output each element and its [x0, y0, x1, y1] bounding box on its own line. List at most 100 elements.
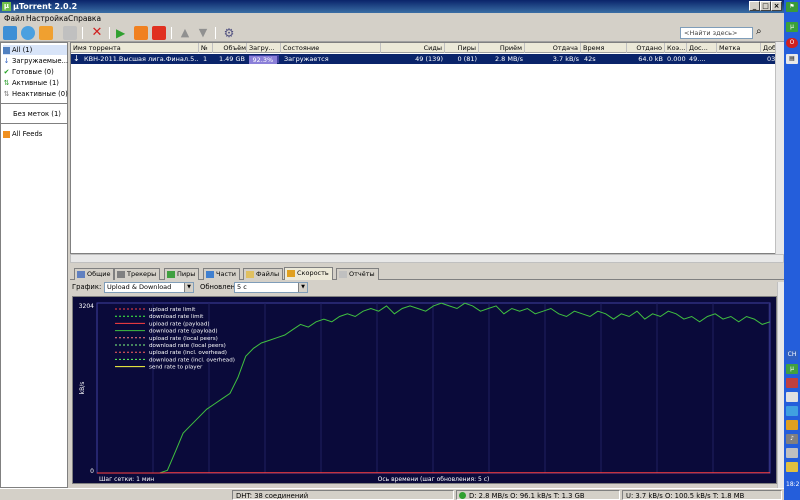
download-status[interactable]: D: 2.8 MB/s O: 96.1 kB/s T: 1.3 GB	[456, 490, 620, 500]
tab-trackers[interactable]: Трекеры	[114, 268, 161, 280]
stop-icon[interactable]	[152, 26, 166, 40]
utorrent-tray-icon[interactable]: µ	[786, 364, 798, 374]
speed-chart: 3204 0 kB/s Ось времени (шаг обновления: 5 …	[79, 302, 771, 483]
tab-logger[interactable]: Отчёты	[336, 268, 379, 280]
cell-size: 1.49 GB	[218, 55, 245, 63]
rss-icon	[3, 130, 10, 138]
progress-track: 92.3%	[249, 55, 279, 64]
legend-entry: send rate to player	[149, 365, 203, 371]
legend-entry: upload rate (local peers)	[149, 336, 218, 342]
detail-tabs: Общие Трекеры Пиры Части Файлы Скорость …	[70, 267, 784, 280]
col-seeds[interactable]: Сиды	[381, 43, 445, 53]
tab-general[interactable]: Общие	[74, 268, 115, 280]
pause-icon[interactable]	[134, 26, 148, 40]
graph-select[interactable]: Upload & Download ▼	[104, 282, 194, 293]
inactive-icon: ⇅	[3, 89, 10, 98]
peers-icon	[167, 271, 175, 278]
toolbar: ✕ ▶ ▲ ▼ ⚙	[0, 24, 784, 42]
tray-icon-1[interactable]	[786, 378, 798, 388]
col-availability[interactable]: Дос...	[687, 43, 717, 53]
col-uploaded[interactable]: Отдано	[627, 43, 665, 53]
cell-eta: 42s	[584, 55, 596, 63]
col-ratio[interactable]: Коэ...	[665, 43, 687, 53]
tab-peers[interactable]: Пиры	[164, 268, 200, 280]
col-eta[interactable]: Время	[581, 43, 627, 53]
tray-icon-5[interactable]	[786, 462, 798, 472]
tab-files[interactable]: Файлы	[243, 268, 284, 280]
volume-icon[interactable]: ♪	[786, 434, 798, 444]
upload-status[interactable]: U: 3.7 kB/s O: 100.5 kB/s T: 1.8 MB	[622, 490, 782, 500]
tray-icon-4[interactable]	[786, 420, 798, 430]
download-arrow-icon: ↓	[73, 54, 80, 63]
col-label[interactable]: Метка	[717, 43, 761, 53]
active-icon: ⇅	[3, 78, 10, 87]
close-button[interactable]: ×	[771, 1, 782, 11]
tray-icon-2[interactable]	[786, 392, 798, 402]
magic-wand-icon[interactable]	[63, 26, 77, 40]
col-status[interactable]: Состояние	[281, 43, 381, 53]
col-name[interactable]: Имя торрента	[71, 43, 199, 53]
network-icon[interactable]	[786, 448, 798, 458]
menu-help[interactable]: Справка	[68, 14, 101, 23]
cell-status: Загружается	[284, 55, 329, 63]
sidebar-item-no-label[interactable]: Без меток (1)	[13, 109, 61, 119]
move-down-icon[interactable]: ▼	[196, 26, 210, 40]
search-icon[interactable]: ⌕	[756, 26, 762, 37]
maximize-button[interactable]: □	[760, 1, 771, 11]
search-input[interactable]: <Найти здесь>	[680, 27, 753, 39]
sidebar-item-all[interactable]: All (1)	[3, 45, 67, 55]
list-hscrollbar[interactable]	[70, 254, 784, 263]
col-size[interactable]: Объём	[213, 43, 247, 53]
chevron-down-icon: ▼	[184, 283, 193, 292]
list-scrollbar[interactable]	[775, 42, 784, 254]
move-up-icon[interactable]: ▲	[178, 26, 192, 40]
tab-pieces[interactable]: Части	[203, 268, 241, 280]
col-down-speed[interactable]: Приём	[479, 43, 525, 53]
settings-gear-icon[interactable]: ⚙	[222, 26, 236, 40]
title-bar: µ µTorrent 2.0.2 _ □ ×	[0, 0, 800, 13]
cell-peers: 0 (81)	[457, 55, 477, 63]
col-peers[interactable]: Пиры	[445, 43, 479, 53]
sidebar-item-inactive[interactable]: ⇅ Неактивные (0)	[3, 89, 68, 99]
sidebar-item-all-feeds[interactable]: All Feeds	[3, 129, 42, 139]
language-indicator[interactable]: CH	[786, 350, 798, 360]
utorrent-task-icon[interactable]: µ	[786, 22, 798, 32]
download-arrow-icon: ↓	[3, 56, 10, 65]
create-torrent-icon[interactable]	[39, 26, 53, 40]
network-ok-icon	[459, 492, 466, 499]
start-icon[interactable]: ▶	[116, 26, 130, 40]
tray-icon-3[interactable]	[786, 406, 798, 416]
menu-file[interactable]: Файл	[4, 14, 25, 23]
legend-entry: download rate (payload)	[149, 329, 218, 335]
speed-icon	[287, 270, 295, 277]
progress-bar: 92.3%	[249, 56, 277, 64]
col-num[interactable]: №	[199, 43, 213, 53]
cell-num: 1	[203, 55, 208, 63]
tray-clock: 18:2	[786, 481, 800, 488]
y-tick-label: 0	[90, 468, 94, 475]
tab-speed[interactable]: Скорость	[284, 267, 333, 280]
remove-icon[interactable]: ✕	[90, 26, 104, 40]
document-icon[interactable]: ▤	[786, 54, 798, 64]
minimize-button[interactable]: _	[749, 1, 760, 11]
col-done[interactable]: Загру...	[247, 43, 281, 53]
sidebar-item-completed[interactable]: ✔ Готовые (0)	[3, 67, 54, 77]
table-row[interactable]: ↓ КВН-2011.Высшая лига.Финал.5... 1 1.49…	[71, 54, 783, 64]
detail-scrollbar[interactable]	[777, 282, 784, 488]
cell-label	[719, 54, 759, 64]
start-flag-icon[interactable]: ⚑	[786, 2, 798, 12]
add-torrent-icon[interactable]	[3, 26, 17, 40]
opera-icon[interactable]: O	[786, 38, 798, 48]
dht-status: DHT: 38 соединений	[232, 490, 454, 500]
sidebar-item-downloading[interactable]: ↓ Загружаемые...	[3, 56, 69, 66]
tracker-icon	[117, 271, 125, 278]
add-url-icon[interactable]	[21, 26, 35, 40]
legend-entry: download rate limit	[149, 314, 204, 320]
col-up-speed[interactable]: Отдача	[525, 43, 581, 53]
cell-ratio: 0.000	[667, 55, 686, 63]
logger-icon	[339, 271, 347, 278]
sidebar-item-active[interactable]: ⇅ Активные (1)	[3, 78, 59, 88]
update-select[interactable]: 5 с ▼	[234, 282, 308, 293]
x-axis-label: Ось времени (шаг обновления: 5 с)	[378, 476, 490, 483]
menu-settings[interactable]: Настройка	[26, 14, 68, 23]
